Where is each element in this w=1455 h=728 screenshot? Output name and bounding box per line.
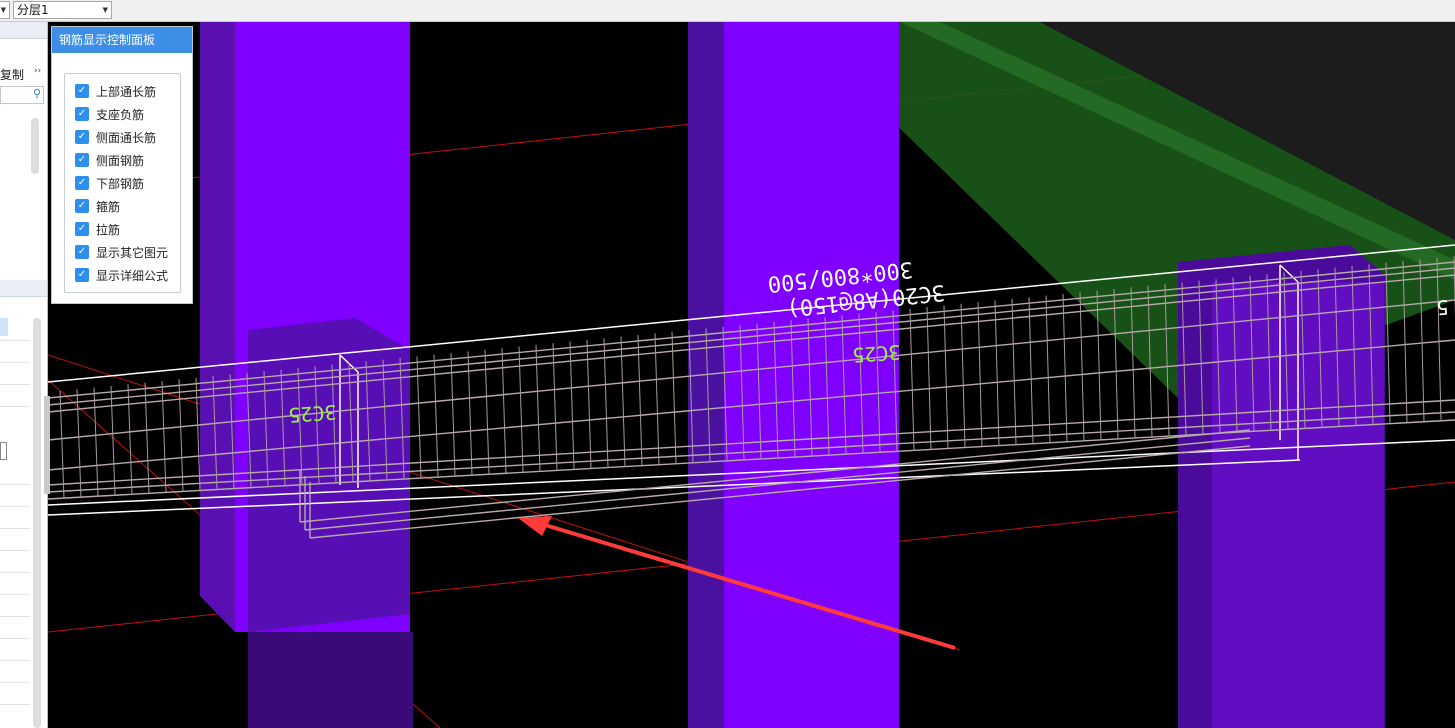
checkbox-stirrup[interactable]: ✓ 箍筋	[75, 197, 120, 215]
properties-header	[0, 280, 47, 297]
search-input[interactable]: ⚲	[0, 86, 44, 104]
chevron-down-icon: ▼	[0, 6, 6, 14]
checkbox-bottom-rebar[interactable]: ✓ 下部钢筋	[75, 174, 144, 192]
checkbox-label: 拉筋	[96, 222, 121, 237]
table-row	[0, 550, 30, 551]
rebar-label: 3C25	[288, 400, 338, 427]
sidebar-header	[0, 22, 47, 39]
view-combo[interactable]: ▼	[0, 1, 10, 19]
table-row	[0, 572, 30, 573]
properties-scrollbar[interactable]	[33, 318, 41, 728]
checkbox-icon[interactable]: ✓	[75, 199, 89, 213]
checkbox-side-rebar[interactable]: ✓ 侧面钢筋	[75, 151, 144, 169]
checkbox-tie-bar[interactable]: ✓ 拉筋	[75, 220, 120, 238]
rebar-label: 5	[1436, 295, 1450, 320]
checkbox-icon[interactable]: ✓	[75, 268, 89, 282]
checkbox-top-continuous-bar[interactable]: ✓ 上部通长筋	[75, 82, 156, 100]
checkbox-icon[interactable]: ✓	[75, 107, 89, 121]
table-row	[0, 638, 30, 639]
splitter-handle[interactable]	[44, 396, 50, 494]
checkbox-show-other-elements[interactable]: ✓ 显示其它图元	[75, 243, 168, 261]
checkbox-label: 显示其它图元	[96, 245, 169, 260]
checkbox-side-continuous-bar[interactable]: ✓ 侧面通长筋	[75, 128, 156, 146]
rebar-label: 3C25	[852, 340, 902, 367]
field-box[interactable]	[0, 442, 7, 460]
tree-scrollbar[interactable]	[31, 118, 39, 174]
selected-row-marker	[0, 318, 8, 336]
table-row	[0, 484, 30, 485]
checkbox-label: 侧面钢筋	[96, 153, 145, 168]
left-sidebar: 复制 ›› ⚲	[0, 22, 48, 728]
table-row	[0, 362, 30, 363]
top-toolbar: ▼ 分层1 ▼	[0, 0, 1455, 22]
checkbox-icon[interactable]: ✓	[75, 153, 89, 167]
table-row	[0, 384, 30, 385]
checkbox-label: 下部钢筋	[96, 176, 145, 191]
checkbox-icon[interactable]: ✓	[75, 245, 89, 259]
checkbox-icon[interactable]: ✓	[75, 130, 89, 144]
checkbox-icon[interactable]: ✓	[75, 222, 89, 236]
expand-more-icon[interactable]: ››	[34, 66, 41, 76]
checkbox-label: 上部通长筋	[96, 84, 157, 99]
table-row	[0, 594, 30, 595]
table-row	[0, 616, 30, 617]
checkbox-group: ✓ 上部通长筋 ✓ 支座负筋 ✓ 侧面通长筋 ✓ 侧面钢筋 ✓ 下部钢筋 ✓ 箍…	[64, 73, 181, 293]
checkbox-icon[interactable]: ✓	[75, 84, 89, 98]
search-icon[interactable]: ⚲	[33, 87, 41, 100]
table-row	[0, 506, 30, 507]
table-row	[0, 528, 30, 529]
3d-viewport[interactable]: 300*800/500 3C20(A8@150) 3C25 3C25 5	[48, 22, 1455, 728]
table-row	[0, 682, 30, 683]
table-row	[0, 406, 30, 407]
checkbox-label: 箍筋	[96, 199, 121, 214]
table-row	[0, 660, 30, 661]
layer-combo-value: 分层1	[17, 3, 49, 17]
chevron-down-icon: ▼	[102, 6, 108, 14]
checkbox-label: 显示详细公式	[96, 268, 169, 283]
layer-combo[interactable]: 分层1 ▼	[13, 1, 112, 19]
copy-button[interactable]: 复制	[0, 66, 24, 83]
checkbox-label: 侧面通长筋	[96, 130, 157, 145]
checkbox-icon[interactable]: ✓	[75, 176, 89, 190]
checkbox-label: 支座负筋	[96, 107, 145, 122]
table-row	[0, 704, 30, 705]
table-row	[0, 340, 30, 341]
panel-title[interactable]: 钢筋显示控制面板	[52, 27, 192, 53]
checkbox-support-negative-bar[interactable]: ✓ 支座负筋	[75, 105, 144, 123]
checkbox-show-detailed-formula[interactable]: ✓ 显示详细公式	[75, 266, 168, 284]
rebar-display-control-panel: 钢筋显示控制面板 ✓ 上部通长筋 ✓ 支座负筋 ✓ 侧面通长筋 ✓ 侧面钢筋 ✓…	[51, 26, 193, 304]
